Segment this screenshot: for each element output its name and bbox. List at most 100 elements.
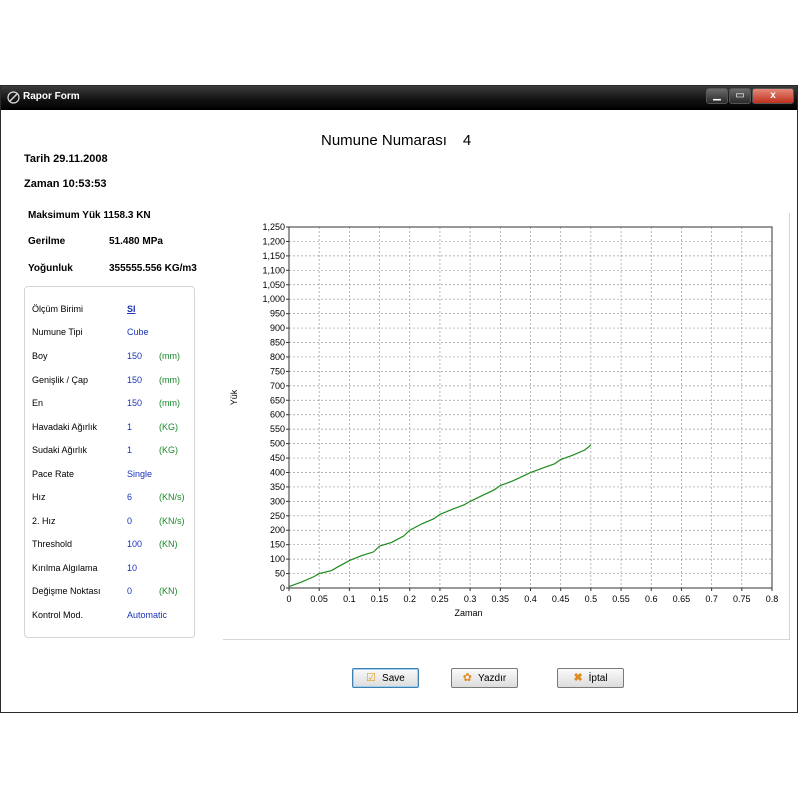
cancel-button[interactable]: ✖ İptal xyxy=(557,668,624,688)
y-tick-label: 450 xyxy=(270,453,285,463)
x-tick-label: 0 xyxy=(286,594,291,604)
param-label: Threshold xyxy=(32,539,73,549)
param-value: 150 xyxy=(127,398,143,408)
param-row: Boy 150 (mm) xyxy=(32,351,192,365)
param-unit: (KN) xyxy=(159,539,178,549)
y-tick-label: 750 xyxy=(270,366,285,376)
rapor-form-window: Rapor Form ▁ ▭ x Numune Numarası 4 Tarih … xyxy=(0,85,798,713)
y-tick-label: 1,150 xyxy=(262,251,285,261)
param-label: Ölçüm Birimi xyxy=(32,304,83,314)
y-tick-label: 500 xyxy=(270,439,285,449)
y-tick-label: 600 xyxy=(270,410,285,420)
param-row: En 150 (mm) xyxy=(32,398,192,412)
param-value: 0 xyxy=(127,516,133,526)
param-value: Single xyxy=(127,469,153,479)
x-tick-label: 0.45 xyxy=(552,594,570,604)
x-axis-label: Zaman xyxy=(454,608,482,618)
density-value: 355555.556 KG/m3 xyxy=(109,263,197,274)
param-label: Boy xyxy=(32,351,48,361)
x-tick-label: 0.75 xyxy=(733,594,751,604)
paw-icon: ✿ xyxy=(462,671,473,684)
cancel-button-label: İptal xyxy=(588,672,608,684)
param-value: Cube xyxy=(127,327,149,337)
minimize-icon: ▁ xyxy=(713,90,721,101)
time-text: Zaman 10:53:53 xyxy=(24,178,107,190)
param-label: 2. Hız xyxy=(32,516,56,526)
stress-label: Gerilme xyxy=(28,236,66,247)
param-unit: (mm) xyxy=(159,351,180,361)
x-tick-label: 0.2 xyxy=(403,594,416,604)
close-button[interactable]: x xyxy=(752,88,794,104)
x-icon: ✖ xyxy=(573,671,583,684)
y-tick-label: 250 xyxy=(270,511,285,521)
param-row: Hız 6 (KN/s) xyxy=(32,492,192,506)
param-value: 1 xyxy=(127,422,133,432)
param-row: 2. Hız 0 (KN/s) xyxy=(32,516,192,530)
param-row: Kontrol Mod. Automatic xyxy=(32,610,192,624)
date-text: Tarih 29.11.2008 xyxy=(24,153,108,165)
param-label: Sudaki Ağırlık xyxy=(32,445,88,455)
y-tick-label: 50 xyxy=(275,569,285,579)
x-tick-label: 0.65 xyxy=(673,594,691,604)
stress-value: 51.480 MPa xyxy=(109,236,163,247)
param-label: Değişme Noktası xyxy=(32,586,101,596)
parameters-panel: Ölçüm Birimi SI Numune Tipi Cube Boy 150… xyxy=(24,286,195,638)
y-tick-label: 1,050 xyxy=(262,280,285,290)
param-row: Numune Tipi Cube xyxy=(32,327,192,341)
param-label: Genişlik / Çap xyxy=(32,375,89,385)
param-value: 0 xyxy=(127,586,133,596)
app-icon xyxy=(7,91,20,104)
param-row: Threshold 100 (KN) xyxy=(32,539,192,553)
y-tick-label: 1,200 xyxy=(262,236,285,246)
param-row: Pace Rate Single xyxy=(32,469,192,483)
y-tick-label: 400 xyxy=(270,467,285,477)
window-title: Rapor Form xyxy=(23,91,80,102)
param-value: 6 xyxy=(127,492,133,502)
x-tick-label: 0.6 xyxy=(645,594,658,604)
print-button[interactable]: ✿ Yazdır xyxy=(451,668,518,688)
x-tick-label: 0.4 xyxy=(524,594,537,604)
param-value: 10 xyxy=(127,563,138,573)
print-button-label: Yazdır xyxy=(478,672,507,684)
param-unit: (mm) xyxy=(159,375,180,385)
x-tick-label: 0.05 xyxy=(310,594,328,604)
maximize-button[interactable]: ▭ xyxy=(729,88,751,104)
y-tick-label: 700 xyxy=(270,381,285,391)
x-tick-label: 0.7 xyxy=(705,594,718,604)
minimize-button[interactable]: ▁ xyxy=(706,88,728,104)
x-tick-label: 0.25 xyxy=(431,594,449,604)
load-time-chart: 0 50 100 150 200 250 300 350 400 450 500 550 600 650 7… xyxy=(229,222,778,618)
max-load-text: Maksimum Yük 1158.3 KN xyxy=(28,210,151,221)
x-tick-label: 0.35 xyxy=(492,594,510,604)
x-tick-label: 0.5 xyxy=(585,594,598,604)
param-value: 150 xyxy=(127,375,143,385)
param-row: Kırılma Algılama 10 xyxy=(32,563,192,577)
title-bar[interactable]: Rapor Form ▁ ▭ x xyxy=(1,86,797,110)
param-label: Hız xyxy=(32,492,46,502)
param-value: 1 xyxy=(127,445,133,455)
close-icon: x xyxy=(770,90,776,101)
param-unit: (KG) xyxy=(159,445,178,455)
param-label: Havadaki Ağırlık xyxy=(32,422,98,432)
y-tick-label: 350 xyxy=(270,482,285,492)
x-tick-label: 0.3 xyxy=(464,594,477,604)
y-tick-label: 550 xyxy=(270,424,285,434)
param-value: 150 xyxy=(127,351,143,361)
param-unit: (KN/s) xyxy=(159,516,185,526)
y-tick-label: 650 xyxy=(270,395,285,405)
param-unit: (KN/s) xyxy=(159,492,185,502)
y-tick-label: 950 xyxy=(270,309,285,319)
param-row: Havadaki Ağırlık 1 (KG) xyxy=(32,422,192,436)
param-label: Numune Tipi xyxy=(32,327,83,337)
y-tick-label: 100 xyxy=(270,554,285,564)
param-unit: (KG) xyxy=(159,422,178,432)
sample-number-value: 4 xyxy=(462,132,472,149)
y-tick-label: 200 xyxy=(270,525,285,535)
param-value: 100 xyxy=(127,539,143,549)
y-tick-label: 900 xyxy=(270,323,285,333)
y-axis-label: Yük xyxy=(229,389,239,405)
unit-system-link[interactable]: SI xyxy=(127,304,136,314)
param-row: Genişlik / Çap 150 (mm) xyxy=(32,375,192,389)
param-row: Sudaki Ağırlık 1 (KG) xyxy=(32,445,192,459)
save-button[interactable]: ☑ Save xyxy=(352,668,419,688)
